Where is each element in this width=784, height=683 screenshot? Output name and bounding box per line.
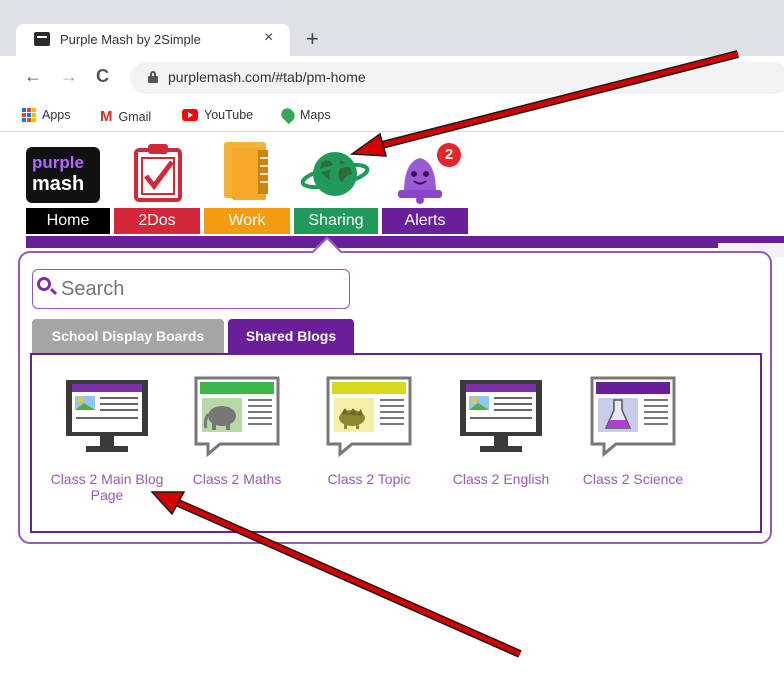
globe-icon[interactable] [300,146,370,202]
nav-underline-bar [26,236,784,248]
flask-blog-icon [590,376,676,458]
forward-button[interactable]: → [60,66,78,87]
search-input[interactable] [61,276,341,302]
reload-button[interactable]: C [96,66,109,87]
gmail-icon: M [100,108,113,125]
tab-shared-blogs[interactable]: Shared Blogs [228,319,354,353]
browser-toolbar: ← → C purplemash.com/#tab/pm-home [0,56,784,100]
dinosaur-blog-icon [326,376,412,458]
browser-tab[interactable]: Purple Mash by 2Simple × [16,24,290,56]
new-tab-button[interactable]: + [306,26,319,52]
maps-icon [278,105,298,125]
bookmark-apps[interactable]: Apps [22,108,71,122]
search-box[interactable] [32,269,350,309]
youtube-icon [182,109,198,121]
tab-close-icon[interactable]: × [264,29,273,47]
purple-mash-favicon-icon [34,32,50,46]
browser-tabstrip: Purple Mash by 2Simple × + [0,0,784,56]
tab-sharing[interactable]: Sharing [294,208,378,234]
monitor-icon [66,380,148,452]
bookmark-maps[interactable]: Maps [278,105,331,125]
tab-2dos[interactable]: 2Dos [114,208,200,234]
blog-class-2-english[interactable]: Class 2 English [436,374,566,487]
tab-title: Purple Mash by 2Simple [60,32,201,47]
work-folder-icon[interactable] [218,140,274,204]
lock-icon [148,71,158,83]
back-button[interactable]: ← [24,66,42,87]
blog-class-2-topic[interactable]: Class 2 Topic [304,374,434,487]
address-bar[interactable]: purplemash.com/#tab/pm-home [130,62,784,94]
tab-school-display-boards[interactable]: School Display Boards [32,319,224,353]
blog-class-2-science[interactable]: Class 2 Science [568,374,698,487]
bookmark-gmail[interactable]: M Gmail [100,108,151,125]
monitor-icon [460,380,542,452]
purple-mash-logo[interactable]: purple mash [26,147,100,203]
tab-work[interactable]: Work [204,208,290,234]
tab-alerts[interactable]: Alerts [382,208,468,234]
elephant-blog-icon [194,376,280,458]
alerts-count-badge: 2 [437,143,461,167]
clipboard-icon[interactable] [132,140,184,204]
blog-class-2-maths[interactable]: Class 2 Maths [172,374,302,487]
url-text: purplemash.com/#tab/pm-home [168,69,366,85]
bookmarks-bar: Apps M Gmail YouTube Maps [0,100,784,132]
apps-grid-icon [22,108,36,122]
bookmark-youtube[interactable]: YouTube [182,108,253,122]
search-icon [37,277,51,291]
blog-class-2-main[interactable]: Class 2 Main Blog Page [42,374,172,503]
tab-home[interactable]: Home [26,208,110,234]
